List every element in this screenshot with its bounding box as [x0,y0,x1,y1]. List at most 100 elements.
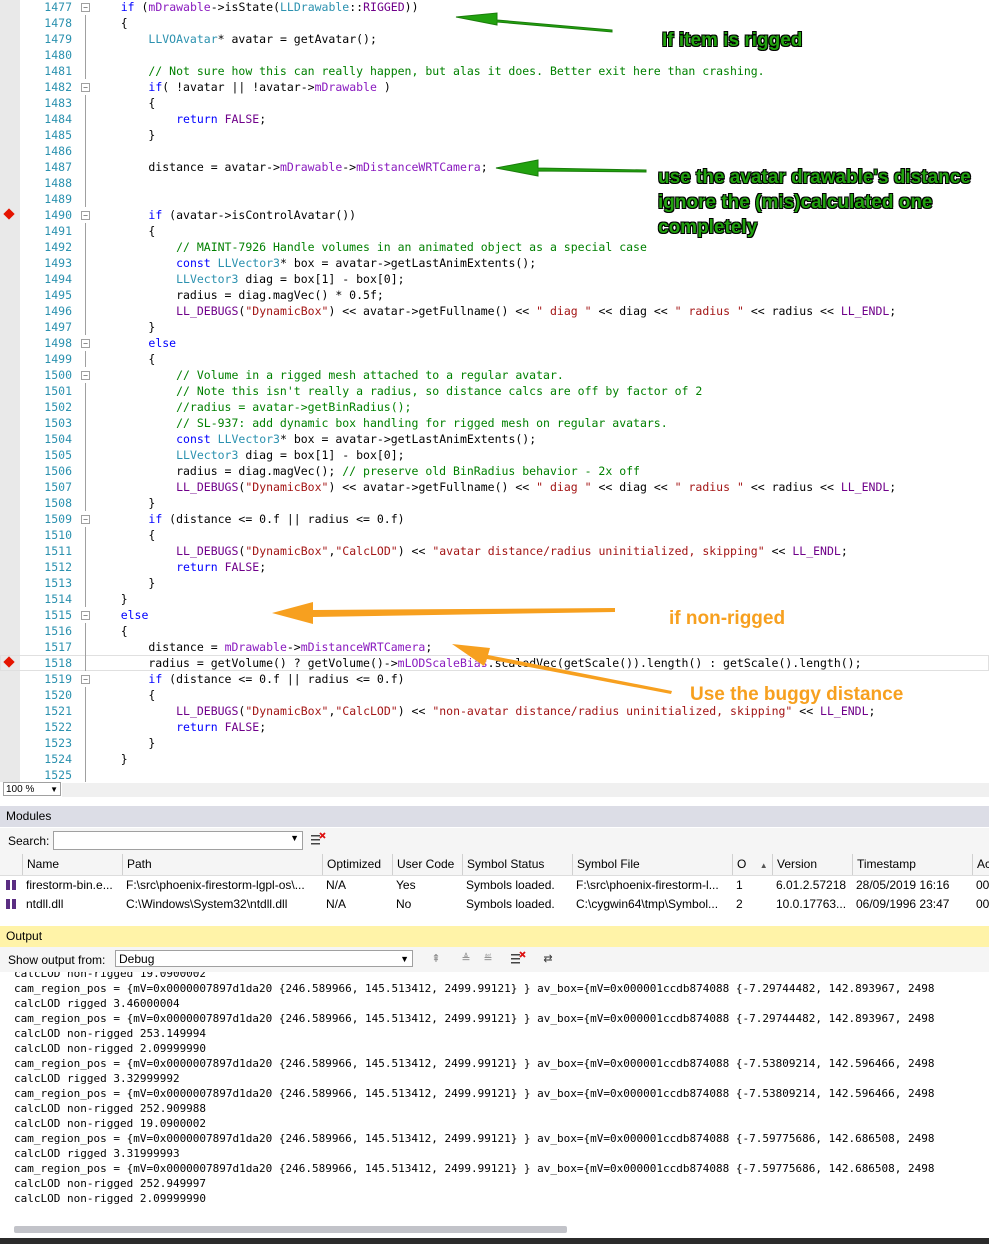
code-line[interactable]: 1479 LLVOAvatar* avatar = getAvatar(); [0,31,989,47]
code-line[interactable]: 1500− // Volume in a rigged mesh attache… [0,367,989,383]
clear-search-icon[interactable] [310,832,326,848]
fold-guide [85,319,86,335]
code-token: ( !avatar || !avatar-> [162,80,315,94]
code-line[interactable]: 1517 distance = mDrawable->mDistanceWRTC… [0,639,989,655]
search-input[interactable]: ▼ [53,831,303,850]
modules-title[interactable]: Modules [0,806,989,827]
code-line[interactable]: 1512 return FALSE; [0,559,989,575]
output-horizontal-scrollbar[interactable] [14,1226,567,1233]
line-number: 1486 [44,144,72,158]
code-line[interactable]: 1485 } [0,127,989,143]
breakpoint-icon[interactable] [3,656,15,668]
line-number: 1494 [44,272,72,286]
code-token: -> [210,0,225,14]
code-line[interactable]: 1510 { [0,527,989,543]
code-line[interactable]: 1498− else [0,335,989,351]
code-text: radius = getVolume() ? getVolume()->mLOD… [93,655,861,671]
module-path-cell: C:\Windows\System32\ntdll.dll [126,897,288,911]
editor-horizontal-scrollbar[interactable] [62,783,989,797]
column-header-symbol-file[interactable]: Symbol File [572,854,732,875]
output-source-dropdown[interactable]: Debug ▼ [115,950,413,967]
code-line[interactable]: 1504 const LLVector3* box = avatar->getL… [0,431,989,447]
code-line[interactable]: 1502 //radius = avatar->getBinRadius(); [0,399,989,415]
code-line[interactable]: 1506 radius = diag.magVec(); // preserve… [0,463,989,479]
code-line[interactable]: 1514 } [0,591,989,607]
column-header-path[interactable]: Path [122,854,322,875]
code-line[interactable]: 1524 } [0,751,989,767]
column-header-order[interactable]: O ▲ [732,854,772,875]
code-line[interactable]: 1481 // Not sure how this can really hap… [0,63,989,79]
code-line[interactable]: 1522 return FALSE; [0,719,989,735]
collapse-icon[interactable]: − [81,675,90,684]
code-line[interactable]: 1496 LL_DEBUGS("DynamicBox") << avatar->… [0,303,989,319]
code-line[interactable]: 1503 // SL-937: add dynamic box handling… [0,415,989,431]
sort-ascending-icon: ▲ [759,861,768,870]
find-message-icon[interactable]: ⇞ [428,951,444,967]
word-wrap-icon[interactable]: ⇄ [540,951,556,967]
code-line[interactable]: 1491 { [0,223,989,239]
collapse-icon[interactable]: − [81,611,90,620]
code-line[interactable]: 1484 return FALSE; [0,111,989,127]
collapse-icon[interactable]: − [81,3,90,12]
collapse-icon[interactable]: − [81,83,90,92]
output-text[interactable]: calcLOD non-rigged 19.0900002 cam_region_… [0,972,989,1222]
line-number: 1517 [44,640,72,654]
column-header-version[interactable]: Version [772,854,852,875]
output-title[interactable]: Output [0,926,989,947]
code-line[interactable]: 1525 [0,767,989,782]
code-token: << [792,704,821,718]
fold-guide [85,687,86,703]
code-line[interactable]: 1501 // Note this isn't really a radius,… [0,383,989,399]
previous-message-icon[interactable]: ≜ [458,951,474,967]
code-line[interactable]: 1515− else [0,607,989,623]
code-line[interactable]: 1507 LL_DEBUGS("DynamicBox") << avatar->… [0,479,989,495]
next-message-icon[interactable]: ≝ [480,951,496,967]
module-row[interactable]: firestorm-bin.e... F:\src\phoenix-firesto… [0,876,989,895]
code-line[interactable]: 1492 // MAINT-7926 Handle volumes in an … [0,239,989,255]
code-line[interactable]: 1516 { [0,623,989,639]
code-line[interactable]: 1523 } [0,735,989,751]
code-line[interactable]: 1497 } [0,319,989,335]
code-line[interactable]: 1511 LL_DEBUGS("DynamicBox","CalcLOD") <… [0,543,989,559]
code-line[interactable]: 1480 [0,47,989,63]
collapse-icon[interactable]: − [81,515,90,524]
code-line[interactable]: 1508 } [0,495,989,511]
code-token: -> [286,640,301,654]
code-line[interactable]: 1499 { [0,351,989,367]
zoom-level-value: 100 % [6,784,35,795]
column-header-timestamp[interactable]: Timestamp [852,854,972,875]
clear-all-icon[interactable] [510,951,526,967]
modules-table-header: Name Path Optimized User Code Symbol Sta… [0,854,989,876]
code-line[interactable]: 1518 radius = getVolume() ? getVolume()-… [0,655,989,671]
code-line[interactable]: 1478 { [0,15,989,31]
code-line[interactable]: 1513 } [0,575,989,591]
zoom-level-dropdown[interactable]: 100 % ▼ [3,782,61,796]
module-row[interactable]: ntdll.dll C:\Windows\System32\ntdll.dll N/… [0,895,989,914]
chevron-down-icon[interactable]: ▼ [290,833,299,843]
column-header-name[interactable]: Name [22,854,122,875]
code-line[interactable]: 1477− if (mDrawable->isState(LLDrawable:… [0,0,989,15]
column-header-optimized[interactable]: Optimized [322,854,392,875]
column-header-user-code[interactable]: User Code [392,854,462,875]
column-header-symbol-status[interactable]: Symbol Status [462,854,572,875]
code-line[interactable]: 1493 const LLVector3* box = avatar->getL… [0,255,989,271]
code-line[interactable]: 1494 LLVector3 diag = box[1] - box[0]; [0,271,989,287]
collapse-icon[interactable]: − [81,339,90,348]
line-number: 1500 [44,368,72,382]
breakpoint-icon[interactable] [3,208,15,220]
code-line[interactable]: 1486 [0,143,989,159]
column-header-address[interactable]: Ac [972,854,989,875]
code-token: } [93,320,156,334]
code-line[interactable]: 1482− if( !avatar || !avatar->mDrawable … [0,79,989,95]
code-token: RIGGED [363,0,405,14]
code-line[interactable]: 1483 { [0,95,989,111]
collapse-icon[interactable]: − [81,371,90,380]
code-line[interactable]: 1505 LLVector3 diag = box[1] - box[0]; [0,447,989,463]
code-editor[interactable]: 1477− if (mDrawable->isState(LLDrawable:… [0,0,989,782]
code-line[interactable]: 1495 radius = diag.magVec() * 0.5f; [0,287,989,303]
collapse-icon[interactable]: − [81,211,90,220]
code-line[interactable]: 1509− if (distance <= 0.f || radius <= 0… [0,511,989,527]
